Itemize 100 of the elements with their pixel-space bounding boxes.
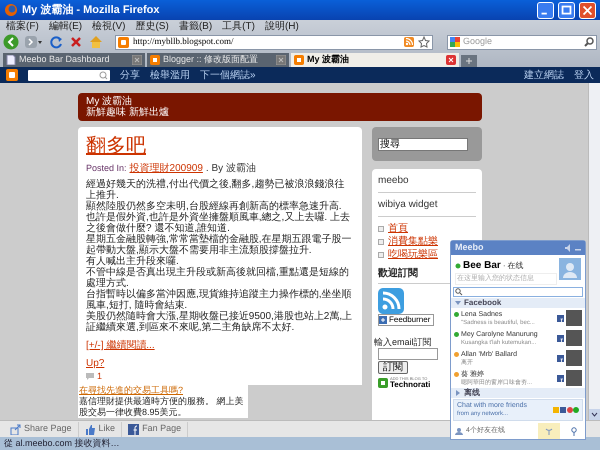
posted-in-label: Posted In: [86, 162, 127, 175]
post-paragraph: 星期五金融股轉強,常常當墊檔的金融股,在星期五跟電子股一起帶動大盤,顯示大盤不需要用非主流類股撐盤拉升. [86, 234, 353, 256]
navbar-search-field[interactable] [28, 70, 110, 80]
firefox-logo-icon [4, 3, 18, 17]
caret-icon [455, 300, 461, 306]
technorati-logo-icon[interactable] [378, 378, 388, 388]
stop-button[interactable] [69, 35, 83, 49]
photo-placeholder [566, 370, 582, 386]
bullet-icon [378, 239, 384, 245]
read-more-link[interactable]: [+/-] 繼續閱讀... [86, 338, 155, 353]
search-engine-icon[interactable] [450, 37, 460, 47]
post-paragraph: 台指暫時以偏多當沖因應,現貨維持追蹤主力操作標的,坐坐順風車,短打, 隨時會結束. [86, 289, 353, 311]
menu-item[interactable]: 歷史(S) [135, 20, 169, 32]
category-link[interactable]: 投資理財200909 [130, 161, 203, 176]
blogger-icon [118, 36, 129, 48]
technorati-link[interactable]: Technorati [390, 381, 430, 389]
close-button[interactable] [579, 2, 596, 18]
blogger-icon [150, 55, 160, 65]
sidebar-link[interactable]: 吃喝玩樂區 [388, 249, 438, 261]
post-paragraph: 經過好幾天的洗禮,付出代價之後,翻多,趨勢已被浪浪錢浪往上推升. [86, 179, 346, 201]
scroll-down-icon[interactable] [589, 409, 600, 420]
new-tab-button[interactable] [461, 55, 477, 67]
facebook-icon [128, 424, 140, 434]
photo-placeholder [566, 330, 582, 346]
facebook-icon [557, 354, 564, 362]
menu-item[interactable]: 檔案(F) [6, 20, 39, 32]
menu-item[interactable]: 檢視(V) [92, 20, 126, 32]
feed-icon [404, 37, 414, 47]
status-text: 從 al.meebo.com 接收資料… [4, 436, 120, 450]
scrollbar[interactable] [588, 83, 600, 420]
reload-button[interactable] [49, 35, 63, 49]
menu-item[interactable]: 工具(T) [222, 20, 255, 32]
ad-title-link[interactable]: 在尋找先進的交易工具嗎? [79, 385, 184, 396]
blogger-logo-icon[interactable] [6, 69, 18, 81]
post-paragraph: 美股仍然隨時會大漲,星期收盤已接近9500,港股也站上2萬,上証繼續來選,到區來不來呢,第二主角缺席不太好. [86, 311, 354, 333]
post-paragraph: 顯然陸股仍然多空未明,台股經線再創新高的標率急速升高. [86, 201, 342, 212]
star-icon[interactable] [418, 36, 430, 48]
contact-group-header[interactable]: 离线 [451, 388, 585, 398]
menu-item[interactable]: 書籤(B) [178, 20, 212, 32]
speaker-icon[interactable] [565, 244, 571, 252]
post-paragraph: 有人喊出主升段來囉. [86, 256, 179, 267]
menu-item[interactable]: 說明(H) [264, 20, 299, 32]
close-tab-icon[interactable] [276, 55, 286, 65]
facebook-icon [557, 314, 564, 322]
close-tab-icon[interactable] [446, 55, 456, 65]
sidebar-link[interactable]: 消費集點樂 [388, 236, 438, 248]
maximize-button[interactable] [558, 2, 575, 18]
rss-icon[interactable] [378, 288, 404, 314]
comment-count[interactable]: 1 [97, 371, 102, 381]
search-icon [455, 288, 463, 296]
email-label: 輸入email訂閱 [374, 336, 432, 348]
presence-dropdown[interactable]: · 在线 [502, 260, 524, 272]
contact-group-header[interactable]: Facebook [451, 298, 585, 308]
feed-button[interactable] [538, 423, 560, 439]
up-link[interactable]: Up? [86, 356, 104, 371]
bullet-icon [378, 226, 384, 232]
tab[interactable]: Meebo Bar Dashboard [3, 53, 145, 67]
network-logos-drawing [553, 407, 579, 413]
bullet-icon [378, 252, 384, 258]
navbar-link[interactable]: 下一個網誌» [200, 68, 256, 82]
blog-search-field[interactable]: 搜尋 [378, 138, 468, 150]
post-paragraph: 不管中線是否真出現主升段或新高後就回檔,重點還是短線的處理方式. [86, 267, 350, 289]
menu-item[interactable]: 編輯(E) [48, 20, 82, 32]
page-icon [6, 55, 16, 65]
online-status-icon [455, 262, 461, 268]
chat-window-title: Meebo [455, 241, 485, 254]
minimize-button[interactable] [537, 2, 554, 18]
feedburner-badge[interactable]: Feedburner [378, 314, 434, 326]
photo-placeholder [566, 350, 582, 366]
widget-title: wibiya widget [378, 199, 476, 217]
window-title: My 波霸油 - Mozilla Firefox [22, 2, 161, 18]
comment-icon [86, 372, 94, 380]
back-button[interactable] [3, 34, 19, 50]
person-icon [455, 427, 463, 435]
address-bar[interactable]: http://mybllb.blogspot.com/ [115, 34, 433, 50]
sidebar-link[interactable]: 首頁 [388, 223, 408, 235]
post-title[interactable]: 翻多吧 [86, 135, 146, 157]
thumbs-up-icon [84, 424, 96, 434]
plus-icon [379, 316, 387, 324]
blogger-icon [294, 55, 304, 65]
navbar-link[interactable]: 建立網誌 [524, 68, 564, 82]
navbar-link[interactable]: 分享 [120, 68, 140, 82]
blog-title[interactable]: My 波霸油 [86, 96, 474, 107]
facebook-icon [557, 374, 564, 382]
subscribe-button[interactable]: 訂閱 [378, 361, 408, 374]
tab[interactable]: My 波霸油 [291, 53, 459, 67]
facebook-icon [557, 334, 564, 342]
tab[interactable]: Blogger :: 修改版面配置 [147, 53, 289, 67]
search-icon[interactable] [584, 37, 594, 47]
navbar-link[interactable]: 檢舉濫用 [150, 68, 190, 82]
pin-icon [570, 426, 578, 436]
forward-button[interactable] [25, 34, 43, 50]
contact-search-field[interactable] [453, 287, 583, 297]
ad-text: 嘉信理財提供最適時方便的服務。 網上美股交易一律收費8.95美元。 [79, 396, 245, 418]
email-field[interactable] [378, 348, 438, 360]
close-tab-icon[interactable] [132, 55, 142, 65]
navbar-link[interactable]: 登入 [574, 68, 594, 82]
blog-description: 新鮮趣味 新鮮出爐 [86, 107, 170, 118]
post-paragraph: 也許是假外資,也許是外資坐擁盤順風車,總之,又上去囉. 上去之後會做什麼? 還不知道,誰知道. [86, 212, 351, 234]
photo-placeholder [566, 310, 582, 326]
